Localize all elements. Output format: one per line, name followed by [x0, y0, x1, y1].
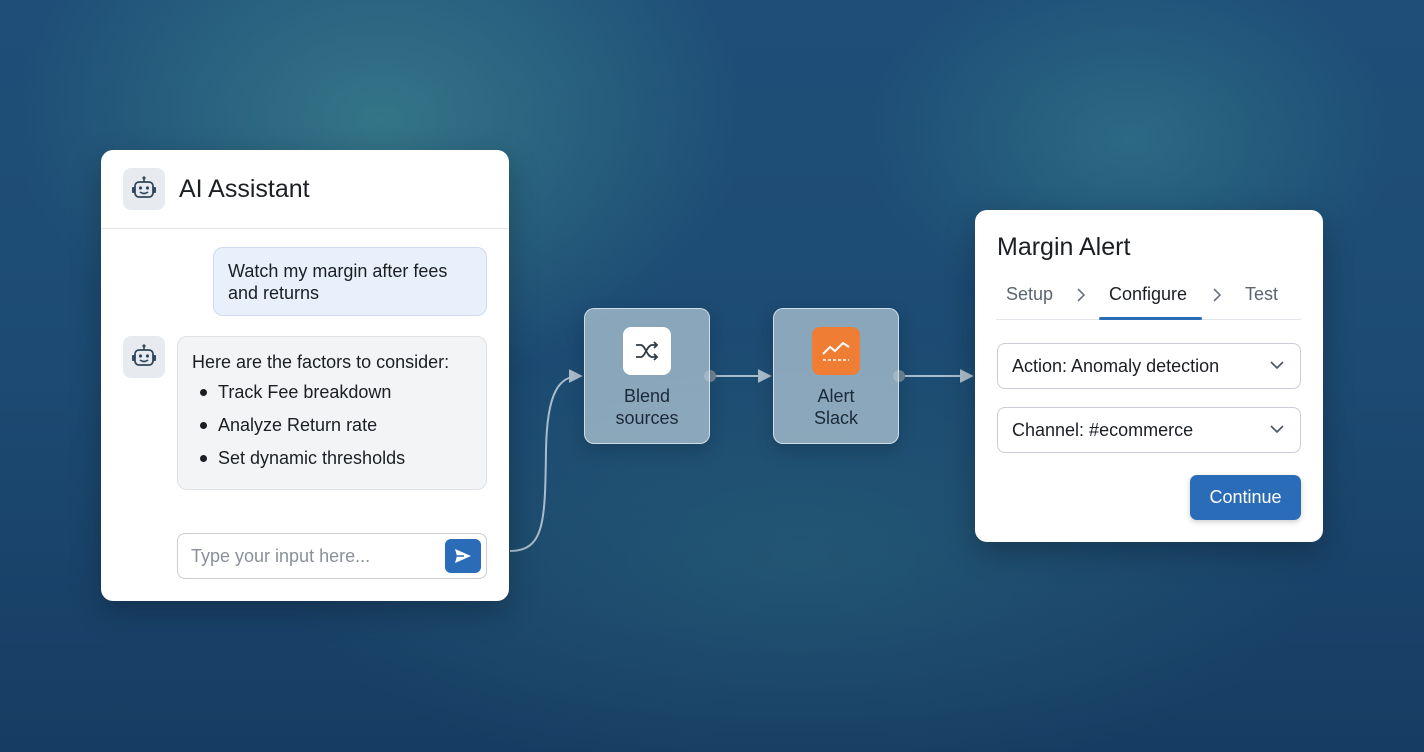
- list-item: Set dynamic thresholds: [192, 447, 472, 469]
- chat-title: AI Assistant: [179, 174, 310, 203]
- trend-chart-icon: [812, 327, 860, 375]
- continue-button[interactable]: Continue: [1190, 475, 1301, 520]
- blend-sources-node[interactable]: Blend sources: [584, 308, 710, 444]
- action-select[interactable]: Action: Anomaly detection: [997, 343, 1301, 389]
- send-icon: [455, 549, 471, 563]
- chat-input[interactable]: [191, 545, 431, 567]
- chat-header: AI Assistant: [101, 150, 509, 229]
- margin-alert-panel: Margin Alert Setup Configure Test Action…: [975, 210, 1323, 542]
- stepper: Setup Configure Test: [996, 278, 1301, 320]
- node-label: sources: [615, 408, 679, 428]
- shuffle-icon: [623, 327, 671, 375]
- panel-title: Margin Alert: [997, 233, 1131, 261]
- node-label: Slack: [813, 408, 858, 428]
- active-step-indicator: [1099, 317, 1202, 320]
- chevron-right-icon: [1077, 288, 1086, 302]
- connector-chat-to-blend: [509, 369, 583, 552]
- channel-select-value: Channel: #ecommerce: [1012, 419, 1194, 440]
- robot-icon: [123, 168, 165, 210]
- assistant-intro-text: Here are the factors to consider:: [192, 352, 450, 372]
- list-item: Track Fee breakdown: [192, 381, 472, 403]
- node-label: Blend: [623, 386, 671, 406]
- step-configure[interactable]: Configure: [1109, 284, 1187, 305]
- chevron-right-icon: [1213, 288, 1222, 302]
- node-label: Alert: [817, 386, 855, 406]
- alert-slack-node[interactable]: Alert Slack: [773, 308, 899, 444]
- factor-list: Track Fee breakdown Analyze Return rate …: [192, 381, 472, 469]
- assistant-message-bubble: Here are the factors to consider: Track …: [177, 336, 487, 490]
- step-test[interactable]: Test: [1245, 284, 1278, 305]
- action-select-value: Action: Anomaly detection: [1012, 355, 1220, 376]
- user-message-bubble: Watch my margin after fees and returns: [213, 247, 487, 316]
- ai-assistant-panel: AI Assistant Watch my margin after fees …: [101, 150, 509, 601]
- chevron-down-icon: [1270, 361, 1284, 370]
- channel-select[interactable]: Channel: #ecommerce: [997, 407, 1301, 453]
- chevron-down-icon: [1270, 425, 1284, 434]
- list-item: Analyze Return rate: [192, 414, 472, 436]
- robot-icon: [123, 336, 165, 378]
- chat-input-box: [177, 533, 487, 579]
- step-setup[interactable]: Setup: [1006, 284, 1053, 305]
- send-button[interactable]: [445, 539, 481, 573]
